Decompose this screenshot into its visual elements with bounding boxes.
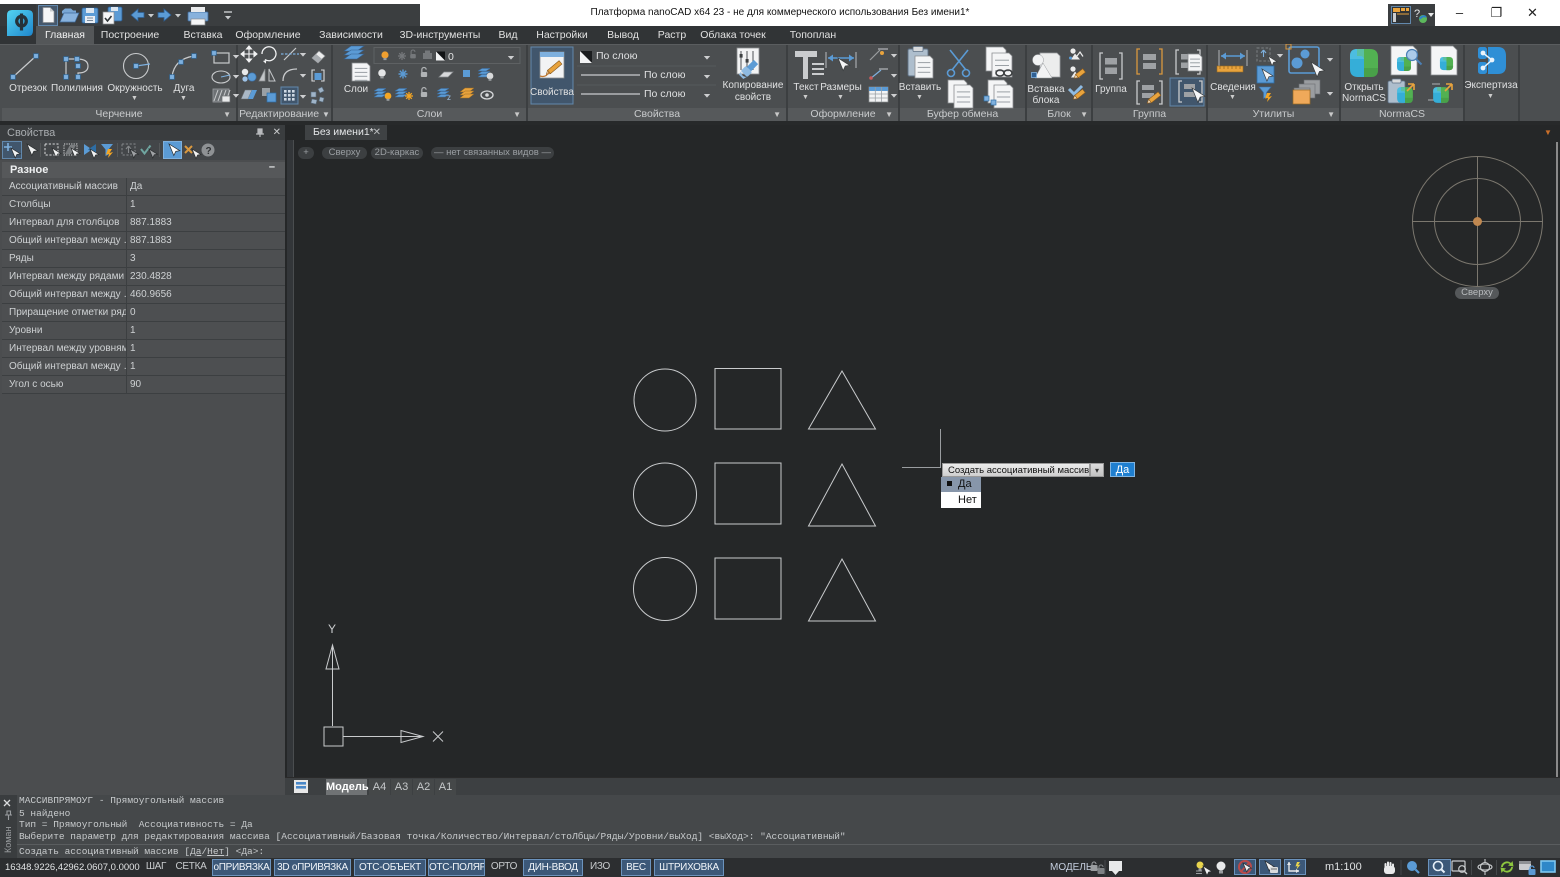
svg-text:?: ? <box>206 146 212 157</box>
svg-text:0: 0 <box>448 51 454 63</box>
svg-text:Коман: Коман <box>3 827 13 853</box>
svg-text:z: z <box>447 93 451 102</box>
